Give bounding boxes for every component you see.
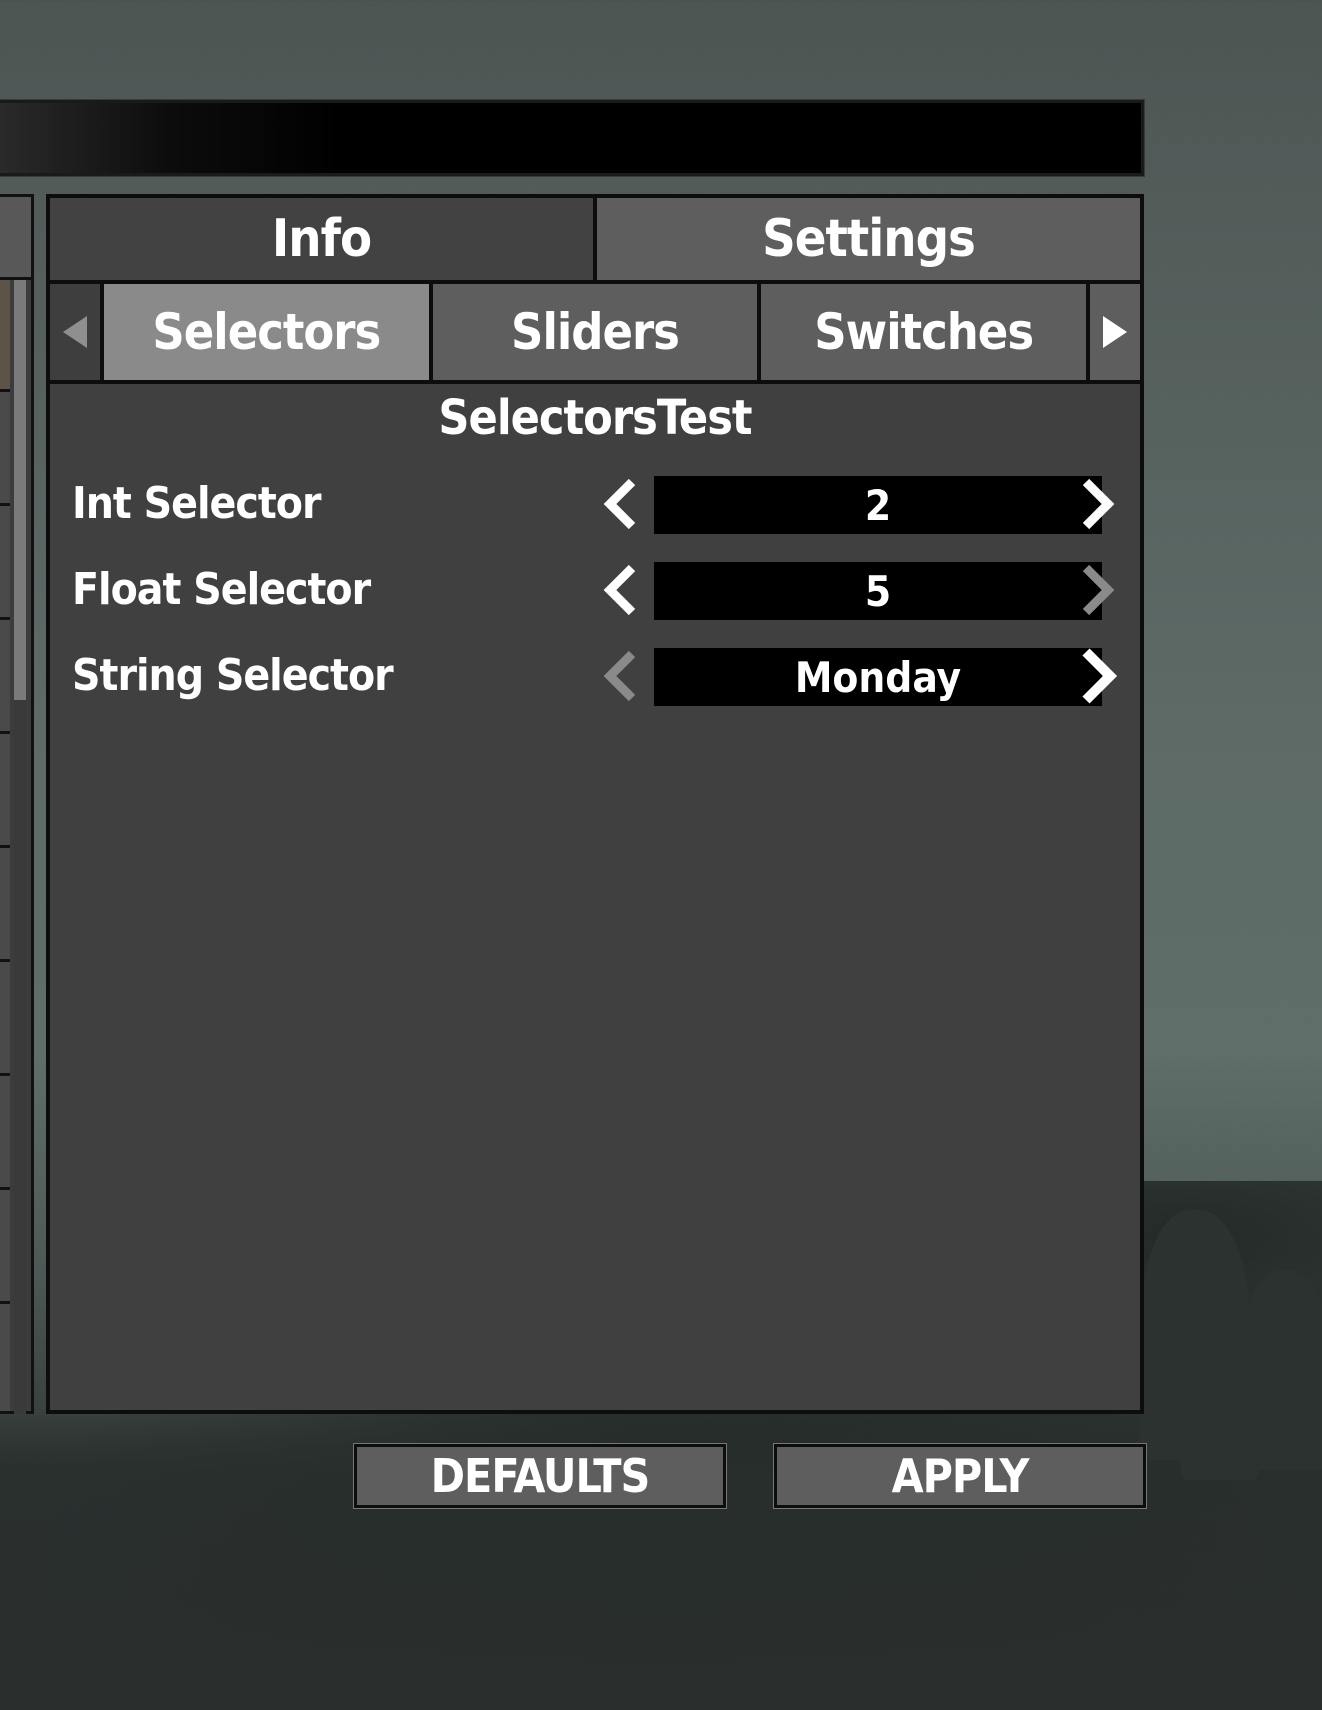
- chevron-right-icon: [1082, 648, 1118, 704]
- left-list-header: [0, 197, 31, 280]
- defaults-button[interactable]: DEFAULTS: [353, 1443, 727, 1509]
- string-selector-row: String Selector Monday: [72, 646, 1132, 706]
- int-selector-prev-button[interactable]: [598, 474, 646, 534]
- background-tree: [1180, 1300, 1260, 1480]
- list-item[interactable]: [0, 962, 10, 1076]
- list-item[interactable]: [0, 392, 10, 506]
- settings-panel: Info Settings Selectors Sliders Switches…: [46, 194, 1144, 1414]
- float-selector-label: Float Selector: [72, 564, 371, 615]
- top-tab-bar: Info Settings: [50, 198, 1140, 284]
- string-selector-value: Monday: [654, 648, 1102, 706]
- chevron-right-icon: [1082, 478, 1115, 530]
- section-title: SelectorsTest: [438, 390, 752, 446]
- sub-tab-prev-button[interactable]: [50, 284, 104, 380]
- sub-tab-next-button[interactable]: [1086, 284, 1141, 380]
- chevron-left-icon: [603, 478, 636, 530]
- list-item[interactable]: [0, 280, 10, 392]
- float-selector-next-button[interactable]: [1074, 560, 1122, 620]
- chevron-left-icon: [603, 564, 636, 616]
- left-list-panel: [0, 194, 34, 1414]
- chevron-left-icon: [603, 650, 636, 702]
- tab-selectors[interactable]: Selectors: [104, 284, 429, 380]
- sub-tab-bar: Selectors Sliders Switches: [50, 284, 1141, 384]
- float-selector-row: Float Selector 5: [72, 560, 1132, 620]
- float-selector-prev-button[interactable]: [598, 560, 646, 620]
- list-item[interactable]: [0, 734, 10, 848]
- triangle-right-icon: [1103, 316, 1128, 348]
- tab-switches[interactable]: Switches: [757, 284, 1087, 380]
- list-item[interactable]: [0, 506, 10, 620]
- int-selector-row: Int Selector 2: [72, 474, 1132, 534]
- list-item[interactable]: [0, 620, 10, 734]
- int-selector-value: 2: [654, 476, 1102, 534]
- float-selector-value: 5: [654, 562, 1102, 620]
- list-item[interactable]: [0, 1304, 10, 1414]
- tab-sliders[interactable]: Sliders: [428, 284, 758, 380]
- list-item[interactable]: [0, 1190, 10, 1304]
- list-scrollbar-thumb[interactable]: [14, 280, 26, 700]
- tab-info[interactable]: Info: [50, 198, 597, 280]
- apply-button[interactable]: APPLY: [773, 1443, 1147, 1509]
- tab-settings[interactable]: Settings: [597, 198, 1140, 280]
- list-scrollbar[interactable]: [14, 280, 26, 1414]
- string-selector-prev-button[interactable]: [598, 646, 646, 706]
- int-selector-label: Int Selector: [72, 478, 321, 529]
- int-selector-next-button[interactable]: [1074, 474, 1122, 534]
- string-selector-label: String Selector: [72, 650, 394, 701]
- triangle-left-icon: [63, 316, 87, 348]
- list-item[interactable]: [0, 1076, 10, 1190]
- chevron-right-icon: [1082, 564, 1115, 616]
- header-bar: [0, 99, 1145, 177]
- list-item[interactable]: [0, 848, 10, 962]
- string-selector-next-button[interactable]: [1074, 646, 1122, 706]
